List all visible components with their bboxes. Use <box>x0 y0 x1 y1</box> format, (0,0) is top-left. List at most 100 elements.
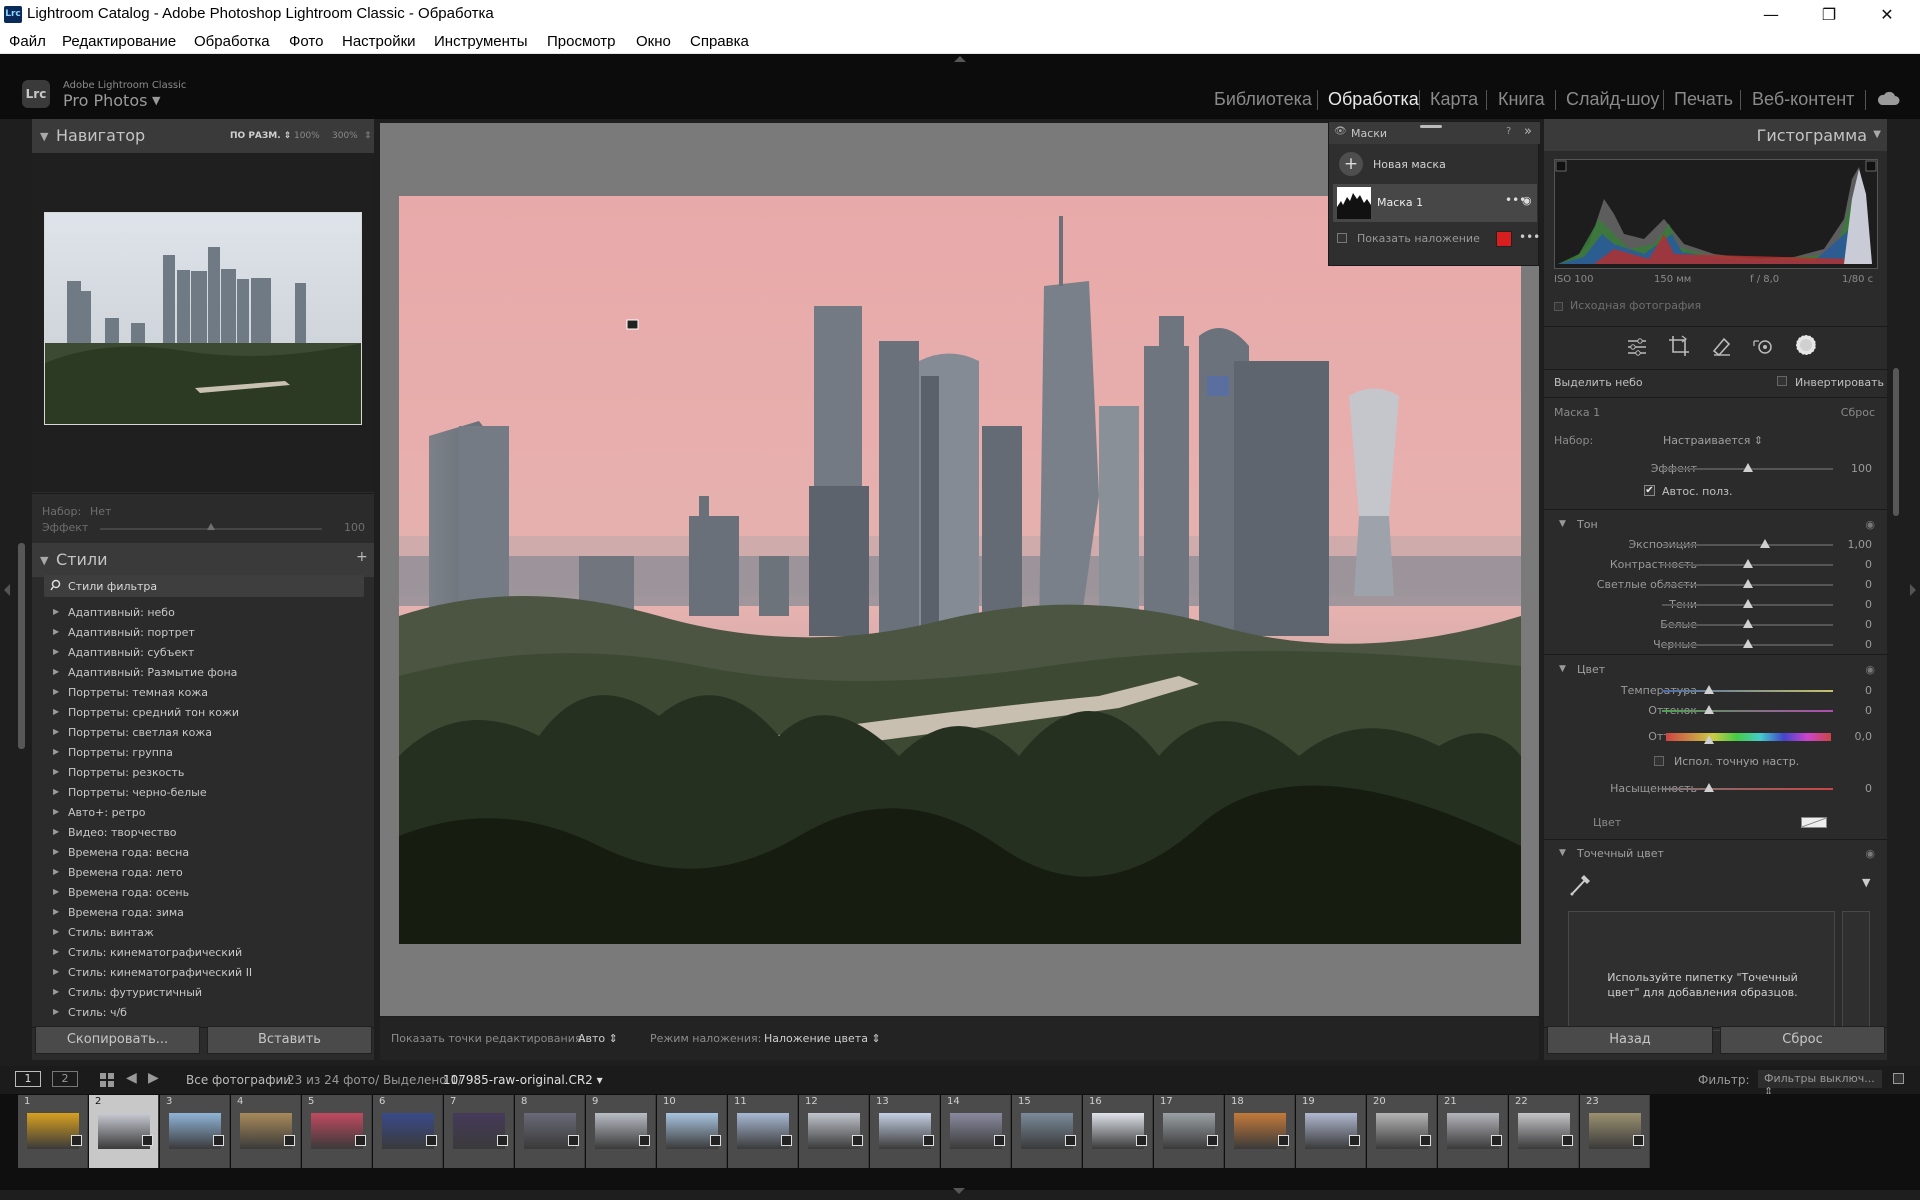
red-eye-icon[interactable] <box>1752 335 1774 357</box>
overlay-color-swatch[interactable] <box>1496 231 1512 247</box>
slider-knob[interactable] <box>1742 463 1753 472</box>
style-group-item[interactable]: ▶ Адаптивный: портрет <box>32 623 374 643</box>
module-book[interactable]: Книга <box>1498 89 1545 110</box>
tone-slider-value[interactable]: 0 <box>1865 598 1872 611</box>
styles-header[interactable]: ▼ Стили + <box>32 543 374 577</box>
slider-knob[interactable] <box>1742 639 1753 648</box>
style-filter-input[interactable]: Стили фильтра <box>44 575 364 597</box>
second-screen-button[interactable]: 2 <box>52 1071 78 1087</box>
filmstrip-thumbnail[interactable]: 8 <box>515 1095 585 1168</box>
style-group-item[interactable]: ▶ Портреты: светлая кожа <box>32 723 374 743</box>
collapse-bottom-icon[interactable] <box>953 1188 965 1194</box>
overlay-mode-select[interactable]: Наложение цвета ⇕ <box>764 1032 881 1045</box>
filmstrip-thumbnail[interactable]: 22 <box>1509 1095 1579 1168</box>
menu-photo[interactable]: Фото <box>289 33 323 50</box>
hue-value[interactable]: 0,0 <box>1855 730 1873 743</box>
help-icon[interactable]: ? <box>1506 126 1511 137</box>
filmstrip-thumbnail[interactable]: 11 <box>728 1095 798 1168</box>
style-group-item[interactable]: ▶ Адаптивный: небо <box>32 603 374 623</box>
zoom-menu-icon[interactable]: ⇕ <box>364 131 372 141</box>
menu-file[interactable]: Файл <box>9 33 46 50</box>
hue-track[interactable] <box>1666 733 1831 741</box>
tint-slider[interactable]: Оттенок 0 <box>1544 701 1887 721</box>
back-arrow-icon[interactable]: ◀ <box>126 1070 137 1086</box>
module-slideshow[interactable]: Слайд-шоу <box>1566 89 1659 110</box>
expand-triangle-icon[interactable]: ▶ <box>53 927 59 936</box>
show-overlay-checkbox[interactable] <box>1337 233 1347 243</box>
slider-track[interactable] <box>1662 788 1833 790</box>
style-group-item[interactable]: ▶ Времена года: лето <box>32 863 374 883</box>
filmstrip-source[interactable]: Все фотографии <box>186 1073 291 1087</box>
filter-select[interactable]: Фильтры выключ... ⇕ <box>1758 1070 1882 1098</box>
tone-slider-row[interactable]: Тени 0 <box>1544 595 1887 615</box>
masks-header[interactable]: 👁 Маски ? » <box>1329 122 1540 144</box>
slider-track[interactable] <box>1662 544 1833 546</box>
filmstrip-thumbnail[interactable]: 7 <box>444 1095 514 1168</box>
hue-slider[interactable]: Оттенок 0,0 <box>1544 727 1887 747</box>
filmstrip-thumbnail[interactable]: 2 <box>89 1095 159 1168</box>
slider-knob[interactable] <box>1742 599 1753 608</box>
menu-help[interactable]: Справка <box>690 33 749 50</box>
masking-icon[interactable] <box>1794 333 1818 357</box>
point-color-dropdown-icon[interactable]: ▼ <box>1862 876 1870 889</box>
style-group-item[interactable]: ▶ Портреты: средний тон кожи <box>32 703 374 723</box>
tint-value[interactable]: 0 <box>1865 704 1872 717</box>
collapse-triangle-icon[interactable]: ▼ <box>1559 519 1566 529</box>
close-button[interactable]: ✕ <box>1858 0 1916 29</box>
expand-triangle-icon[interactable]: ▶ <box>53 747 59 756</box>
left-panel-scrollbar[interactable] <box>18 543 25 749</box>
fine-adjust-checkbox[interactable] <box>1654 756 1664 766</box>
expand-triangle-icon[interactable]: ▶ <box>53 707 59 716</box>
module-develop[interactable]: Обработка <box>1328 89 1419 110</box>
expand-triangle-icon[interactable]: ▶ <box>53 647 59 656</box>
expand-triangle-icon[interactable]: ▶ <box>53 947 59 956</box>
slider-knob[interactable] <box>1704 735 1714 744</box>
collapse-triangle-icon[interactable]: ▼ <box>40 130 48 143</box>
crop-icon[interactable] <box>1668 335 1690 357</box>
color-swatch[interactable] <box>1800 817 1828 828</box>
menu-tools[interactable]: Инструменты <box>434 33 528 50</box>
style-group-item[interactable]: ▶ Времена года: осень <box>32 883 374 903</box>
style-group-item[interactable]: ▶ Стиль: ч/б <box>32 1003 374 1023</box>
filmstrip-thumbnail[interactable]: 3 <box>160 1095 230 1168</box>
navigator-header[interactable]: ▼ Навигатор ПО РАЗМ. ⇕ 100% 300% ⇕ <box>32 119 374 153</box>
slider-track[interactable] <box>1662 690 1833 692</box>
slider-knob[interactable] <box>1742 559 1753 568</box>
healing-icon[interactable] <box>1710 335 1732 357</box>
tone-slider-row[interactable]: Экспозиция 1,00 <box>1544 535 1887 555</box>
slider-track[interactable] <box>1662 710 1833 712</box>
cloud-icon[interactable] <box>1876 90 1900 106</box>
style-group-item[interactable]: ▶ Авто+: ретро <box>32 803 374 823</box>
invert-checkbox[interactable] <box>1777 376 1787 386</box>
filmstrip-thumbnail[interactable]: 21 <box>1438 1095 1508 1168</box>
collapse-triangle-icon[interactable]: ▼ <box>40 554 48 567</box>
tone-slider-row[interactable]: Черные 0 <box>1544 635 1887 655</box>
minimize-button[interactable]: — <box>1742 0 1800 29</box>
filmstrip-thumbnail[interactable]: 19 <box>1296 1095 1366 1168</box>
slider-knob[interactable] <box>1704 783 1714 792</box>
expand-triangle-icon[interactable]: ▶ <box>53 847 59 856</box>
style-group-item[interactable]: ▶ Портреты: темная кожа <box>32 683 374 703</box>
paste-settings-button[interactable]: Вставить <box>207 1026 372 1054</box>
overlay-more-icon[interactable]: ••• <box>1519 230 1540 244</box>
expand-triangle-icon[interactable]: ▶ <box>53 627 59 636</box>
expand-triangle-icon[interactable]: ▶ <box>53 887 59 896</box>
style-group-item[interactable]: ▶ Портреты: резкость <box>32 763 374 783</box>
menu-develop[interactable]: Обработка <box>194 33 270 50</box>
expand-triangle-icon[interactable]: ▶ <box>53 607 59 616</box>
drag-handle[interactable] <box>1420 125 1442 128</box>
collapse-masks-icon[interactable]: » <box>1524 124 1532 139</box>
filmstrip-filename[interactable]: 107985-raw-original.CR2 ▾ <box>443 1073 603 1087</box>
style-group-item[interactable]: ▶ Адаптивный: Размытие фона <box>32 663 374 683</box>
expand-triangle-icon[interactable]: ▶ <box>53 967 59 976</box>
mask-visibility-icon[interactable]: ◉ <box>1522 194 1532 207</box>
expand-triangle-icon[interactable]: ▶ <box>53 827 59 836</box>
expand-triangle-icon[interactable]: ▶ <box>53 867 59 876</box>
copy-settings-button[interactable]: Скопировать... <box>35 1026 200 1054</box>
histogram[interactable] <box>1554 159 1878 269</box>
main-photo[interactable] <box>399 196 1521 944</box>
style-group-item[interactable]: ▶ Портреты: черно-белые <box>32 783 374 803</box>
filmstrip-thumbnail[interactable]: 12 <box>799 1095 869 1168</box>
previous-settings-button[interactable]: Назад <box>1547 1026 1713 1054</box>
tone-slider-value[interactable]: 0 <box>1865 638 1872 651</box>
